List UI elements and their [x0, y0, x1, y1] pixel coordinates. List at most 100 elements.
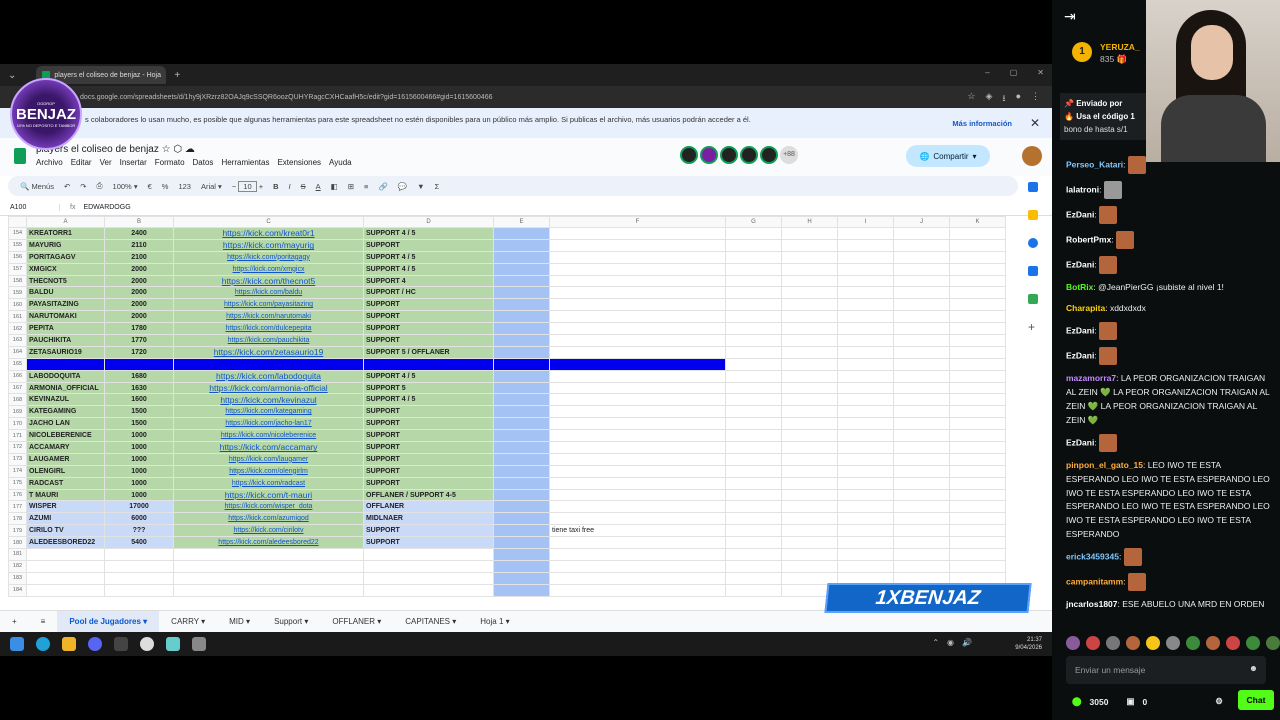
empty-cell[interactable] [893, 334, 950, 347]
note-cell[interactable] [549, 429, 726, 443]
strikethrough-icon[interactable]: S [301, 182, 306, 191]
empty-cell[interactable] [781, 464, 838, 478]
player-name-cell[interactable]: WISPER [26, 500, 105, 514]
kick-link-cell[interactable]: https://kick.com/radcast [173, 476, 364, 490]
menu-item[interactable]: Editar [71, 158, 92, 167]
kick-link-cell[interactable]: https://kick.com/dulcepepita [173, 322, 364, 336]
empty-cell[interactable] [837, 500, 894, 514]
empty-cell[interactable] [781, 488, 838, 502]
sheet-tab[interactable]: MID ▾ [217, 611, 262, 633]
empty-cell[interactable] [949, 322, 1006, 336]
kick-link-cell[interactable]: https://kick.com/xmgicx [173, 262, 364, 276]
row-number[interactable]: 169 [8, 405, 27, 419]
player-name-cell[interactable]: ARMONIA_OFFICIAL [26, 381, 105, 395]
mmr-cell[interactable] [104, 548, 174, 561]
note-cell[interactable] [549, 250, 726, 264]
avatar[interactable] [680, 146, 698, 164]
avatar[interactable] [700, 146, 718, 164]
avatar[interactable] [720, 146, 738, 164]
player-name-cell[interactable] [26, 583, 105, 597]
empty-cell[interactable] [781, 227, 838, 240]
link-icon[interactable]: 🔗 [378, 182, 387, 191]
empty-cell[interactable] [893, 500, 950, 514]
empty-cell[interactable] [725, 393, 782, 407]
mmr-cell[interactable]: 2110 [104, 238, 174, 252]
pinned-message[interactable]: 📌 Enviado por 🔥 Usa el código 1 bono de … [1060, 93, 1160, 140]
sheet-tab[interactable]: CAPITANES ▾ [393, 611, 468, 633]
empty-cell[interactable] [893, 381, 950, 395]
column-e-cell[interactable] [493, 488, 550, 502]
extension-icon[interactable]: ◈ [985, 91, 992, 107]
empty-cell[interactable] [893, 429, 950, 443]
new-tab-icon[interactable]: + [174, 70, 180, 81]
role-cell[interactable] [363, 548, 494, 561]
empty-cell[interactable] [781, 381, 838, 395]
kick-link-cell[interactable]: https://kick.com/thecnot5 [173, 274, 364, 288]
empty-cell[interactable] [837, 405, 894, 419]
mmr-cell[interactable]: ??? [104, 524, 174, 538]
empty-cell[interactable] [837, 464, 894, 478]
empty-cell[interactable] [949, 393, 1006, 407]
role-cell[interactable]: SUPPORT [363, 310, 494, 324]
empty-cell[interactable] [949, 262, 1006, 276]
column-header[interactable]: D [363, 216, 494, 228]
kick-link-cell[interactable]: https://kick.com/jacho-lan17 [173, 417, 364, 431]
player-name-cell[interactable]: CIRILO TV [26, 524, 105, 538]
kick-link-cell[interactable]: https://kick.com/baldu [173, 286, 364, 300]
column-e-cell[interactable] [493, 298, 550, 312]
chat-username[interactable]: campanitamm [1066, 577, 1123, 587]
note-cell[interactable] [549, 548, 726, 561]
kick-link-cell[interactable] [173, 559, 364, 573]
percent-format-button[interactable]: % [162, 182, 169, 191]
spreadsheet-grid[interactable]: ABCDEFGHIJK 154 KREATORR1 2400 https://kick… [8, 216, 1014, 600]
mmr-cell[interactable]: 1600 [104, 393, 174, 407]
row-number[interactable]: 174 [8, 464, 27, 478]
empty-cell[interactable] [893, 227, 950, 240]
empty-cell[interactable] [781, 334, 838, 347]
empty-cell[interactable] [949, 417, 1006, 431]
column-e-cell[interactable] [493, 512, 550, 526]
mmr-cell[interactable]: 1000 [104, 429, 174, 443]
note-cell[interactable] [549, 417, 726, 431]
empty-cell[interactable] [893, 298, 950, 312]
role-cell[interactable]: SUPPORT [363, 476, 494, 490]
empty-cell[interactable] [725, 238, 782, 252]
column-header[interactable]: J [893, 216, 950, 228]
empty-cell[interactable] [837, 452, 894, 466]
address-bar[interactable]: docs.google.com/spreadsheets/d/1hy9jXRzr… [0, 86, 1052, 108]
empty-cell[interactable] [781, 310, 838, 324]
emoji-picker-icon[interactable]: ☻ [1249, 663, 1258, 673]
empty-cell[interactable] [781, 357, 838, 371]
role-cell[interactable]: MIDLNAER [363, 512, 494, 526]
role-cell[interactable]: SUPPORT [363, 334, 494, 347]
font-size-input[interactable]: − 10 + [232, 180, 263, 192]
sheet-tab[interactable]: Pool de Jugadores ▾ [57, 610, 160, 633]
row-number[interactable]: 166 [8, 369, 27, 383]
empty-cell[interactable] [725, 548, 782, 561]
empty-cell[interactable] [781, 345, 838, 359]
row-number[interactable]: 156 [8, 250, 27, 264]
empty-cell[interactable] [893, 524, 950, 538]
note-cell[interactable] [549, 583, 726, 597]
player-name-cell[interactable]: LABODOQUITA [26, 369, 105, 383]
share-button[interactable]: 🌐 Compartir ▾ [906, 145, 990, 167]
empty-cell[interactable] [949, 524, 1006, 538]
role-cell[interactable]: SUPPORT / HC [363, 286, 494, 300]
empty-cell[interactable] [781, 512, 838, 526]
column-e-cell[interactable] [493, 429, 550, 443]
kick-link-cell[interactable]: https://kick.com/laugamer [173, 452, 364, 466]
mmr-cell[interactable]: 2000 [104, 274, 174, 288]
row-number[interactable]: 180 [8, 536, 27, 550]
empty-cell[interactable] [781, 286, 838, 300]
emote-icon[interactable] [1146, 636, 1160, 650]
mmr-cell[interactable]: 2000 [104, 298, 174, 312]
note-cell[interactable] [549, 286, 726, 300]
player-name-cell[interactable]: NARUTOMAKI [26, 310, 105, 324]
close-banner-icon[interactable]: ✕ [1030, 116, 1040, 130]
empty-cell[interactable] [837, 298, 894, 312]
empty-cell[interactable] [949, 274, 1006, 288]
column-e-cell[interactable] [493, 500, 550, 514]
kick-link-cell[interactable]: https://kick.com/cirilotv [173, 524, 364, 538]
empty-cell[interactable] [837, 286, 894, 300]
chat-username[interactable]: Perseo_Katari [1066, 159, 1123, 169]
